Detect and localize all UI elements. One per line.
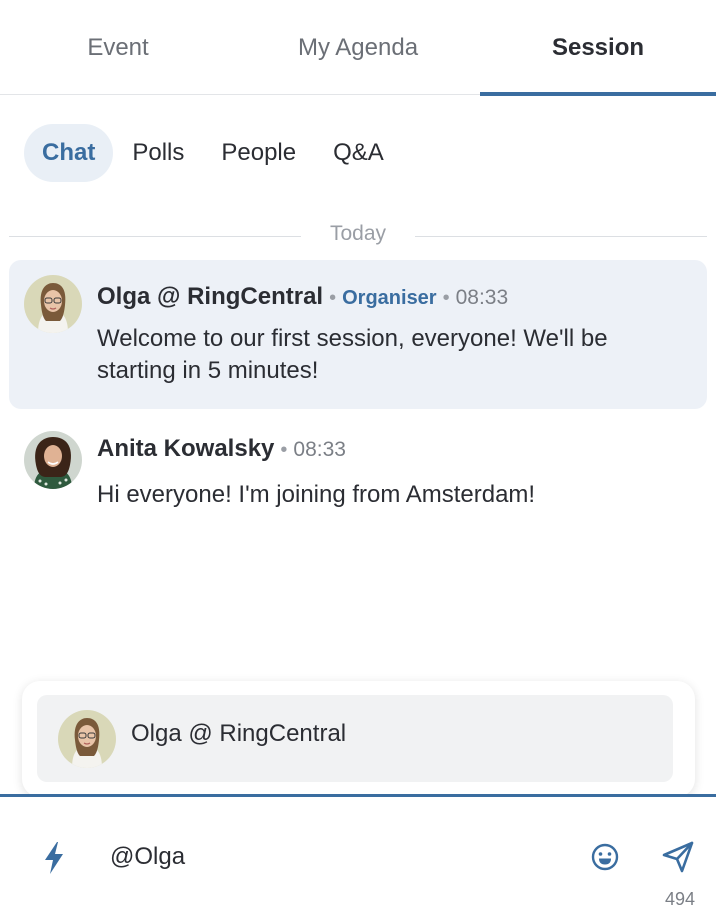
chat-message: Olga @ RingCentral • Organiser • 08:33 W… <box>9 260 707 409</box>
top-tab-bar: Event My Agenda Session <box>0 0 716 96</box>
active-tab-indicator <box>480 92 716 96</box>
divider-line-left <box>9 236 301 237</box>
separator-dot: • <box>280 439 288 461</box>
message-text: Hi everyone! I'm joining from Amsterdam! <box>97 481 536 508</box>
session-sub-tabs: Chat Polls People Q&A <box>24 124 403 182</box>
lightning-icon[interactable] <box>40 841 68 875</box>
avatar-anita-image <box>24 431 82 489</box>
avatar[interactable] <box>24 431 82 489</box>
subtab-qa[interactable]: Q&A <box>315 124 402 182</box>
send-icon[interactable] <box>660 839 696 875</box>
message-header: Olga @ RingCentral • Organiser • 08:33 <box>97 283 508 311</box>
avatar[interactable] <box>24 275 82 333</box>
avatar-olga-image <box>58 710 116 768</box>
avatar <box>58 710 116 768</box>
chat-message: Anita Kowalsky • 08:33 Hi everyone! I'm … <box>9 418 707 528</box>
avatar-olga-image <box>24 275 82 333</box>
message-text: Welcome to our first session, everyone! … <box>97 325 608 384</box>
date-divider-label: Today <box>329 222 387 245</box>
mention-suggestions-popup: Olga @ RingCentral <box>22 681 695 797</box>
message-author[interactable]: Olga @ RingCentral <box>97 283 323 311</box>
divider-line-right <box>415 236 707 237</box>
message-author[interactable]: Anita Kowalsky <box>97 435 274 463</box>
tab-event[interactable]: Event <box>0 0 236 95</box>
mention-name: Olga @ RingCentral <box>131 720 347 747</box>
tab-session-label: Session <box>551 33 645 61</box>
role-badge: Organiser <box>342 287 437 309</box>
message-input[interactable] <box>110 837 570 877</box>
tab-session[interactable]: Session <box>480 0 716 96</box>
subtab-chat[interactable]: Chat <box>24 124 114 182</box>
date-divider: Today <box>9 222 707 250</box>
message-header: Anita Kowalsky • 08:33 <box>97 435 346 463</box>
mention-suggestion-item[interactable]: Olga @ RingCentral <box>37 695 673 782</box>
message-composer: 494 <box>0 794 716 908</box>
tab-my-agenda[interactable]: My Agenda <box>236 0 480 95</box>
message-time: 08:33 <box>293 438 346 461</box>
subtab-people[interactable]: People <box>203 124 314 182</box>
character-counter: 494 <box>664 889 695 908</box>
message-time: 08:33 <box>455 286 509 309</box>
separator-dot: • <box>442 287 450 309</box>
separator-dot: • <box>329 287 337 309</box>
subtab-polls[interactable]: Polls <box>114 124 202 182</box>
emoji-icon[interactable] <box>590 842 620 872</box>
